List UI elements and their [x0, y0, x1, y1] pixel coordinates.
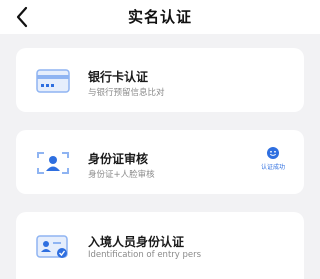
smile-badge-icon	[267, 147, 279, 159]
face-scan-icon	[37, 152, 69, 174]
card-subtitle: 身份证+人脸审核	[88, 170, 155, 180]
id-card-review-item[interactable]: 身份证审核 身份证+人脸审核 认证成功	[16, 130, 304, 194]
card-title: 身份证审核	[88, 152, 149, 166]
page-title: 实名认证	[127, 8, 192, 26]
card-title: 银行卡认证	[88, 70, 149, 84]
id-card-verified-icon	[36, 235, 68, 258]
card-subtitle: Identification of entry pers	[88, 250, 202, 260]
entry-personnel-auth-item[interactable]: 入境人员身份认证 Identification of entry pers	[16, 212, 304, 279]
bank-card-auth-item[interactable]: 银行卡认证 与银行预留信息比对	[16, 48, 304, 112]
card-subtitle: 与银行预留信息比对	[88, 88, 165, 98]
status-text: 认证成功	[260, 164, 285, 171]
card-title: 入境人员身份认证	[88, 235, 185, 249]
verification-status: 认证成功	[256, 147, 290, 171]
bank-card-icon	[36, 69, 70, 93]
top-bar: 实名认证	[0, 0, 320, 34]
